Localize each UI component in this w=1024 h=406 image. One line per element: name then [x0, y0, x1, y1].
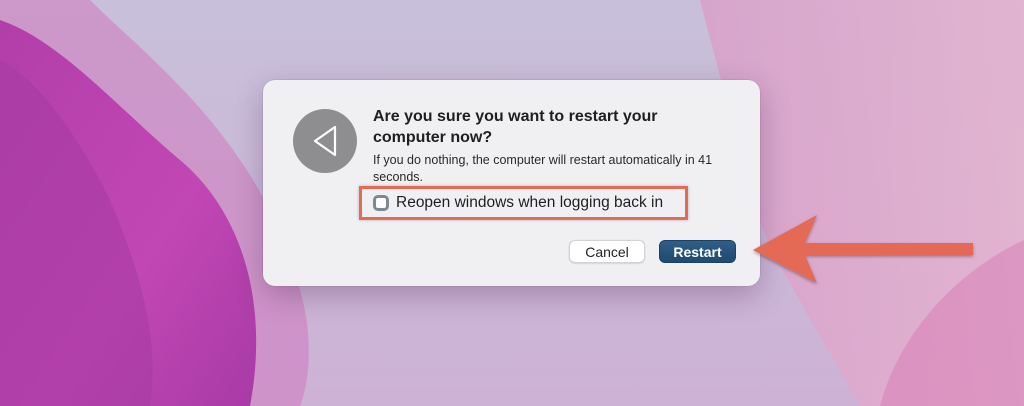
desktop: Are you sure you want to restart your co… — [0, 0, 1024, 406]
dialog-title: Are you sure you want to restart your co… — [373, 108, 658, 146]
cancel-button[interactable]: Cancel — [569, 240, 645, 263]
restart-button[interactable]: Restart — [659, 240, 736, 263]
dialog-message: If you do nothing, the computer will res… — [373, 153, 713, 184]
reopen-windows-checkbox-row[interactable]: Reopen windows when logging back in — [359, 186, 688, 220]
annotation-arrow-icon — [753, 215, 973, 283]
reopen-windows-checkbox[interactable] — [373, 195, 389, 211]
restart-dialog: Are you sure you want to restart your co… — [263, 80, 760, 286]
reopen-windows-label[interactable]: Reopen windows when logging back in — [396, 194, 663, 212]
restart-triangle-icon — [293, 109, 357, 173]
